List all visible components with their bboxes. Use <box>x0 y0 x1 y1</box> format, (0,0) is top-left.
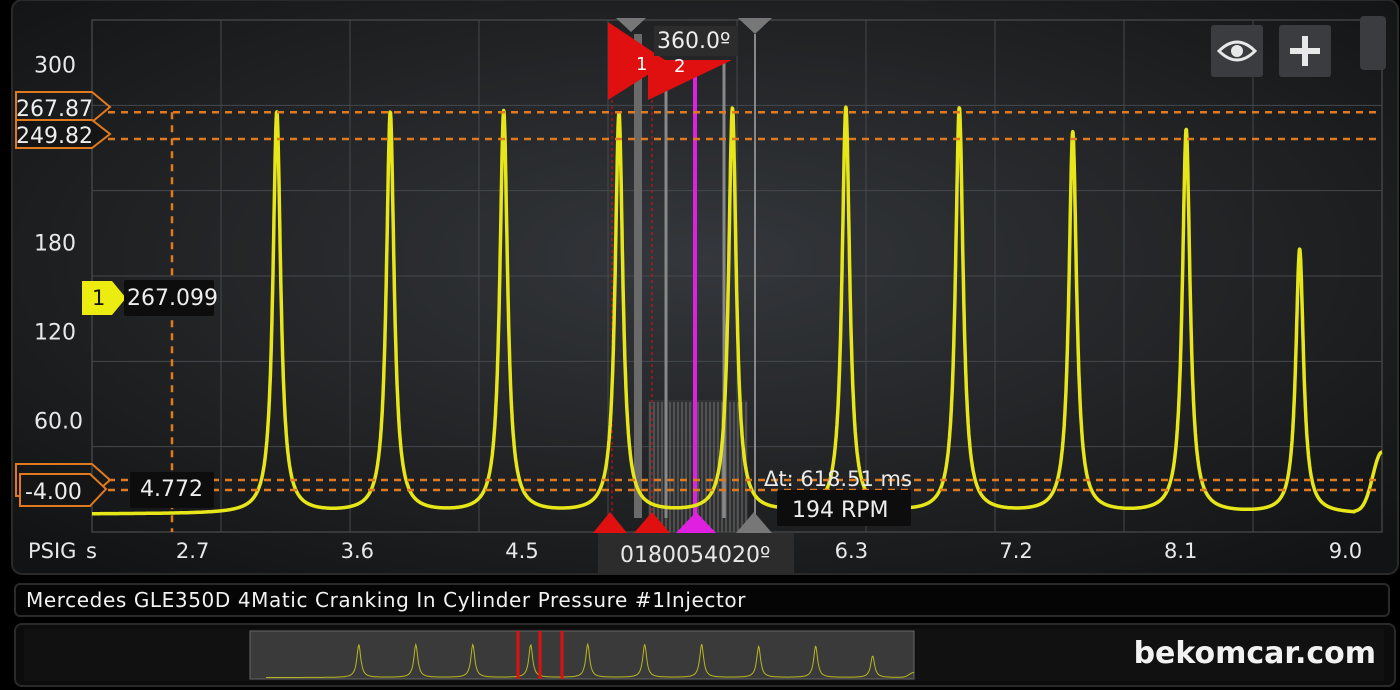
cursor-value-bottom: 4.772 <box>140 477 203 502</box>
waveform-title: Mercedes GLE350D 4Matic Cranking In Cyli… <box>26 588 747 612</box>
rpm-readout: 194 RPM <box>792 498 889 523</box>
x-tick-label: 3.6 <box>341 539 374 563</box>
channel-1-badge-label: 1 <box>92 286 105 310</box>
cursor-marker-2-label: 2 <box>674 56 685 77</box>
x-axis-unit: s <box>86 539 97 563</box>
y-tick-label: 300 <box>34 54 76 79</box>
waveform-title-bar: Mercedes GLE350D 4Matic Cranking In Cyli… <box>14 583 1390 617</box>
x-tick-label: 2.7 <box>176 539 209 563</box>
cursor-marker-1-label: 1 <box>636 54 647 75</box>
y-tick-label: 60.0 <box>34 410 83 435</box>
ref-label-mid[interactable]: 249.82 <box>15 119 112 149</box>
x-tick-label: 9.0 <box>1329 539 1362 563</box>
cursor-value-top: 267.099 <box>127 286 218 311</box>
series-peak-point <box>1297 248 1302 253</box>
x-tick-label: 7.2 <box>999 539 1032 563</box>
x-tick-label: 6.3 <box>835 539 868 563</box>
y-tick-label: 120 <box>34 321 76 346</box>
ref-label-lower-text: -4.00 <box>25 480 82 505</box>
angle-readout: 360.0º <box>657 29 730 54</box>
series-peak-point <box>1184 128 1189 133</box>
delta-time-readout: Δt: 618.51 ms <box>764 467 912 491</box>
series-peak-point <box>388 111 393 116</box>
scroll-handle[interactable] <box>1360 16 1386 70</box>
x-tick-label: 4.5 <box>505 539 538 563</box>
series-peak-point <box>1070 131 1075 136</box>
y-axis-unit: PSIG <box>28 539 76 563</box>
ref-label-mid-text: 249.82 <box>16 124 93 149</box>
eye-icon <box>1217 40 1257 62</box>
series-peak-point <box>843 107 848 112</box>
plus-icon <box>1290 36 1320 66</box>
watermark: bekomcar.com <box>1133 636 1376 671</box>
y-tick-label: 180 <box>34 232 76 257</box>
ref-label-upper-text: 267.87 <box>16 97 93 122</box>
eye-button[interactable] <box>1211 25 1263 77</box>
add-button[interactable] <box>1279 25 1331 77</box>
cursor-bottom-readout: 0180054020º <box>620 543 770 568</box>
scope-app: 300 180 120 60.0 2.7 3.6 4.5 6.3 7.2 8.1 9.0 PSIG… <box>0 0 1400 690</box>
x-tick-label: 8.1 <box>1164 539 1197 563</box>
cursor-line-gray-1 <box>634 34 642 518</box>
series-peak-point <box>957 107 962 112</box>
